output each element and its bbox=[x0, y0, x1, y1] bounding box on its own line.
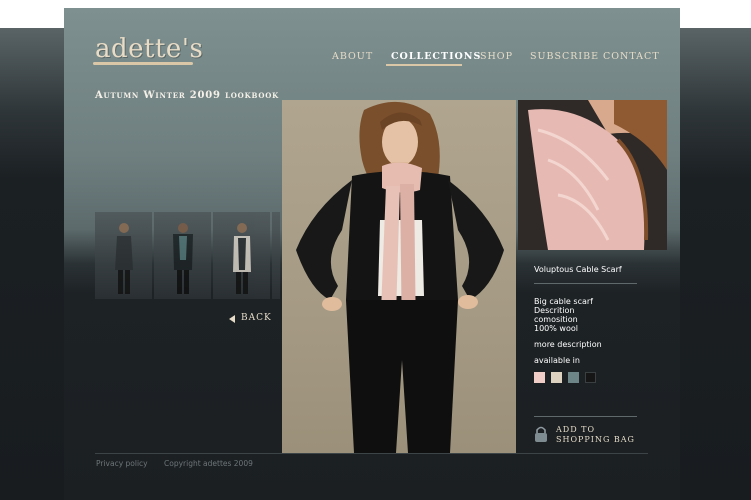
site-logo[interactable]: adette's bbox=[95, 34, 203, 64]
nav-active-indicator bbox=[386, 64, 462, 66]
back-button[interactable]: BACK bbox=[241, 313, 272, 323]
model-thumbnail-image bbox=[233, 223, 251, 294]
more-description-link[interactable]: more description bbox=[534, 340, 602, 349]
footer-divider bbox=[95, 453, 648, 454]
back-arrow-icon[interactable] bbox=[229, 315, 235, 323]
thumbnail-4[interactable] bbox=[272, 212, 280, 299]
info-divider-top bbox=[534, 283, 637, 284]
nav-shop[interactable]: SHOP bbox=[480, 51, 513, 62]
model-photo-illustration bbox=[296, 101, 504, 453]
main-nav: ABOUT COLLECTIONS SHOP SUBSCRIBE CONTACT bbox=[320, 51, 660, 67]
add-to-bag-line-1: ADD TO bbox=[556, 425, 596, 434]
thumbnail-2[interactable] bbox=[154, 212, 211, 299]
privacy-policy-link[interactable]: Privacy policy bbox=[96, 459, 148, 468]
product-description-line-4: 100% wool bbox=[534, 324, 578, 333]
nav-about[interactable]: ABOUT bbox=[332, 51, 373, 62]
color-swatch-pink[interactable] bbox=[534, 372, 545, 383]
nav-collections[interactable]: COLLECTIONS bbox=[391, 51, 481, 62]
available-label: available in bbox=[534, 356, 580, 365]
model-thumbnail-image bbox=[173, 223, 193, 294]
nav-subscribe[interactable]: SUBSCRIBE bbox=[530, 51, 599, 62]
thumbnail-3[interactable] bbox=[213, 212, 270, 299]
info-divider-bottom bbox=[534, 416, 637, 417]
thumbnail-strip bbox=[95, 212, 280, 299]
nav-contact[interactable]: CONTACT bbox=[603, 51, 660, 62]
copyright-text: Copyright adettes 2009 bbox=[164, 459, 253, 468]
main-product-photo bbox=[282, 100, 516, 453]
product-description-line-2: Descrition bbox=[534, 306, 575, 315]
product-description-line-3: comosition bbox=[534, 315, 578, 324]
product-name: Voluptous Cable Scarf bbox=[534, 265, 622, 274]
padlock-bag-icon[interactable] bbox=[534, 426, 548, 442]
model-thumbnail-image bbox=[115, 223, 133, 294]
color-swatch-black[interactable] bbox=[585, 372, 596, 383]
add-to-bag-button[interactable]: ADD TO SHOPPING BAG bbox=[556, 425, 646, 445]
lookbook-title: Autumn Winter 2009 lookbook bbox=[95, 90, 279, 101]
detail-product-photo bbox=[518, 100, 667, 250]
color-swatch-beige[interactable] bbox=[551, 372, 562, 383]
thumbnail-1[interactable] bbox=[95, 212, 152, 299]
add-to-bag-line-2: SHOPPING BAG bbox=[556, 435, 635, 444]
scarf-closeup-illustration bbox=[518, 100, 667, 250]
color-swatch-slate[interactable] bbox=[568, 372, 579, 383]
product-description-line-1: Big cable scarf bbox=[534, 297, 593, 306]
logo-underline bbox=[93, 62, 193, 65]
